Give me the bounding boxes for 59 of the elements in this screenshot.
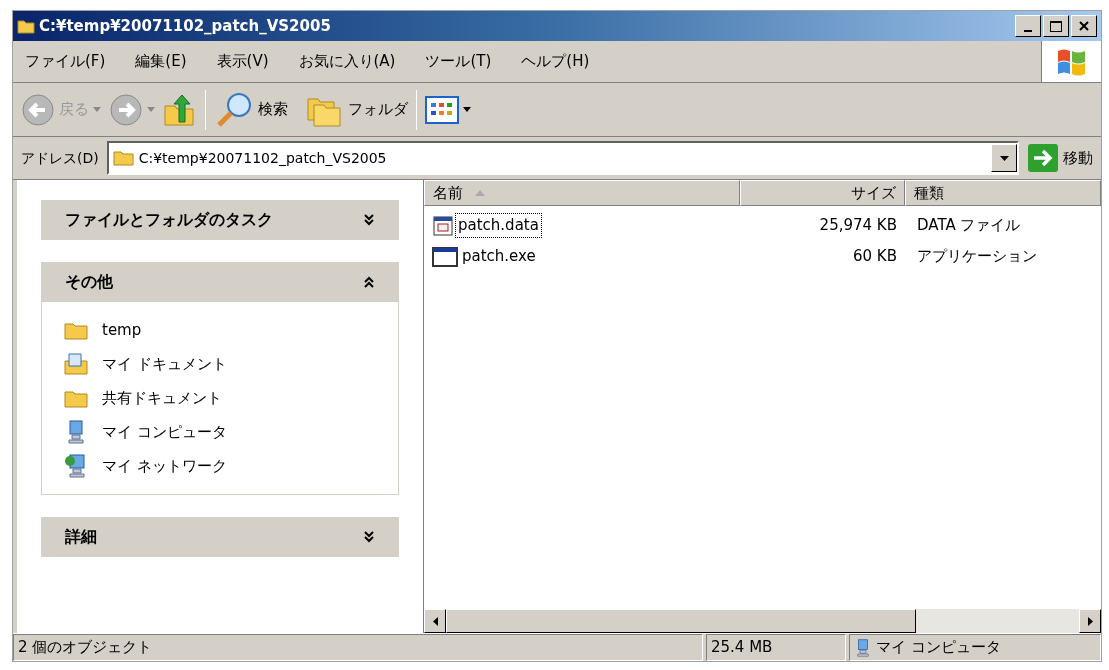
column-header[interactable]: サイズ: [740, 180, 905, 206]
horizontal-scrollbar[interactable]: [424, 609, 1101, 633]
menu-item[interactable]: ヘルプ(H): [517, 50, 594, 73]
address-field[interactable]: C:¥temp¥20071102_patch_VS2005: [106, 141, 1019, 175]
folder-icon: [112, 149, 135, 167]
status-size: 25.4 MB: [706, 634, 846, 661]
computer-icon: [854, 637, 872, 658]
application-icon: [432, 245, 458, 268]
file-icon: [432, 214, 454, 237]
views-button[interactable]: [425, 95, 471, 124]
folder-icon: [64, 388, 88, 408]
documents-folder-icon: [64, 353, 88, 375]
expand-chevron-icon: [363, 531, 375, 543]
views-grid-icon: [425, 95, 459, 124]
close-button[interactable]: [1071, 15, 1097, 37]
menu-item[interactable]: 編集(E): [131, 50, 191, 73]
address-label: アドレス(D): [20, 148, 100, 168]
scroll-left-icon: [432, 616, 438, 626]
minimize-button[interactable]: [1015, 15, 1041, 37]
folders-button[interactable]: フォルダ: [304, 92, 408, 127]
scroll-right-icon: [1087, 616, 1093, 626]
caret-icon: [93, 107, 101, 112]
file-name[interactable]: patch.data: [456, 214, 541, 237]
task-link[interactable]: 共有ドキュメント: [64, 386, 376, 410]
task-link[interactable]: マイ ネットワーク: [64, 454, 376, 478]
search-button[interactable]: 検索: [214, 90, 288, 129]
task-link[interactable]: temp: [64, 318, 376, 342]
file-name[interactable]: patch.exe: [460, 245, 538, 268]
panel-header[interactable]: その他: [41, 262, 399, 302]
caret-icon: [147, 107, 155, 112]
status-location: マイ コンピュータ: [849, 634, 1101, 661]
close-icon: [1078, 20, 1090, 32]
column-header[interactable]: 種類: [905, 180, 1101, 206]
panel-header[interactable]: ファイルとフォルダのタスク: [41, 200, 399, 240]
maximize-button[interactable]: [1043, 15, 1069, 37]
menu-item[interactable]: 表示(V): [212, 50, 273, 73]
menu-item[interactable]: ファイル(F): [21, 50, 110, 73]
table-cell-text: DATA ファイル: [916, 215, 1022, 237]
caret-icon: [999, 155, 1009, 161]
menu-item[interactable]: お気に入り(A): [294, 50, 400, 73]
menu-item[interactable]: ツール(T): [421, 50, 496, 73]
caret-icon: [463, 107, 471, 112]
table-cell-text: 25,974 KB: [818, 215, 898, 237]
table-cell-text: 60 KB: [852, 246, 898, 268]
column-header[interactable]: 名前: [424, 180, 740, 206]
folder-icon: [64, 320, 88, 340]
sort-arrow-icon: [475, 190, 485, 196]
status-text: 2 個のオブジェクト: [13, 634, 703, 661]
task-link[interactable]: マイ ドキュメント: [64, 352, 376, 376]
folder-icon: [17, 18, 35, 34]
window-title: C:¥temp¥20071102_patch_VS2005: [39, 15, 331, 37]
go-button[interactable]: 移動: [1023, 143, 1097, 173]
collapse-chevron-icon: [363, 276, 375, 288]
task-link[interactable]: マイ コンピュータ: [64, 420, 376, 444]
expand-chevron-icon: [363, 214, 375, 226]
panel-header[interactable]: 詳細: [41, 517, 399, 557]
dropdown-button[interactable]: [991, 144, 1017, 172]
network-computer-icon: [64, 454, 88, 478]
table-cell-text: アプリケーション: [916, 246, 1038, 268]
